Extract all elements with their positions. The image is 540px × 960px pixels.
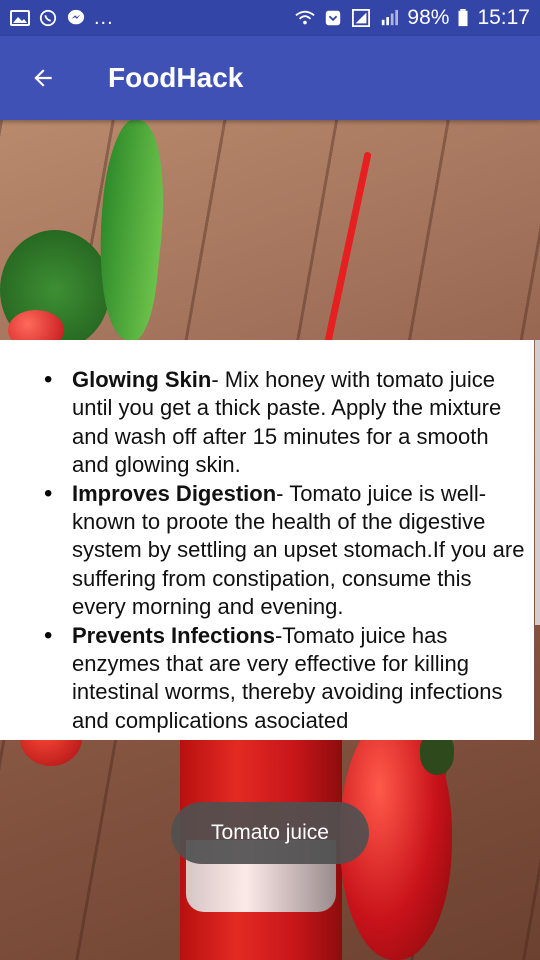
notification-icons: ...	[10, 7, 114, 30]
image-icon	[10, 10, 30, 26]
app-bar: FoodHack	[0, 36, 540, 120]
item-title: Improves Digestion	[72, 480, 277, 506]
more-notifications: ...	[94, 6, 114, 29]
content-card[interactable]: Glowing Skin- Mix honey with tomato juic…	[0, 340, 534, 740]
item-title: Prevents Infections	[72, 622, 275, 648]
list-item: Improves Digestion- Tomato juice is well…	[44, 480, 528, 622]
toast-text: Tomato juice	[211, 821, 329, 844]
list-item: Prevents Infections-Tomato juice has enz…	[44, 622, 528, 736]
arrow-left-icon	[34, 69, 52, 87]
status-bar: ... 98% 15:17	[0, 0, 540, 36]
benefits-list: Glowing Skin- Mix honey with tomato juic…	[0, 366, 534, 735]
clock: 15:17	[477, 6, 530, 29]
back-button[interactable]	[18, 53, 68, 103]
battery-icon	[458, 9, 468, 27]
battery-percent: 98%	[407, 6, 450, 29]
toast-message: Tomato juice	[171, 802, 369, 864]
signal-icon	[382, 9, 399, 26]
wifi-icon	[295, 10, 316, 25]
whatsapp-icon	[39, 9, 57, 27]
tomato-stem-image	[420, 735, 454, 775]
data-saver-icon	[326, 10, 341, 26]
item-title: Glowing Skin	[72, 367, 212, 392]
app-title: FoodHack	[108, 62, 244, 93]
system-icons: 98% 15:17	[295, 6, 530, 30]
straw-image	[323, 151, 372, 349]
messenger-icon	[67, 9, 85, 25]
signal-icon	[352, 9, 371, 27]
scrollbar[interactable]	[535, 340, 540, 625]
list-item: Glowing Skin- Mix honey with tomato juic…	[44, 366, 528, 480]
